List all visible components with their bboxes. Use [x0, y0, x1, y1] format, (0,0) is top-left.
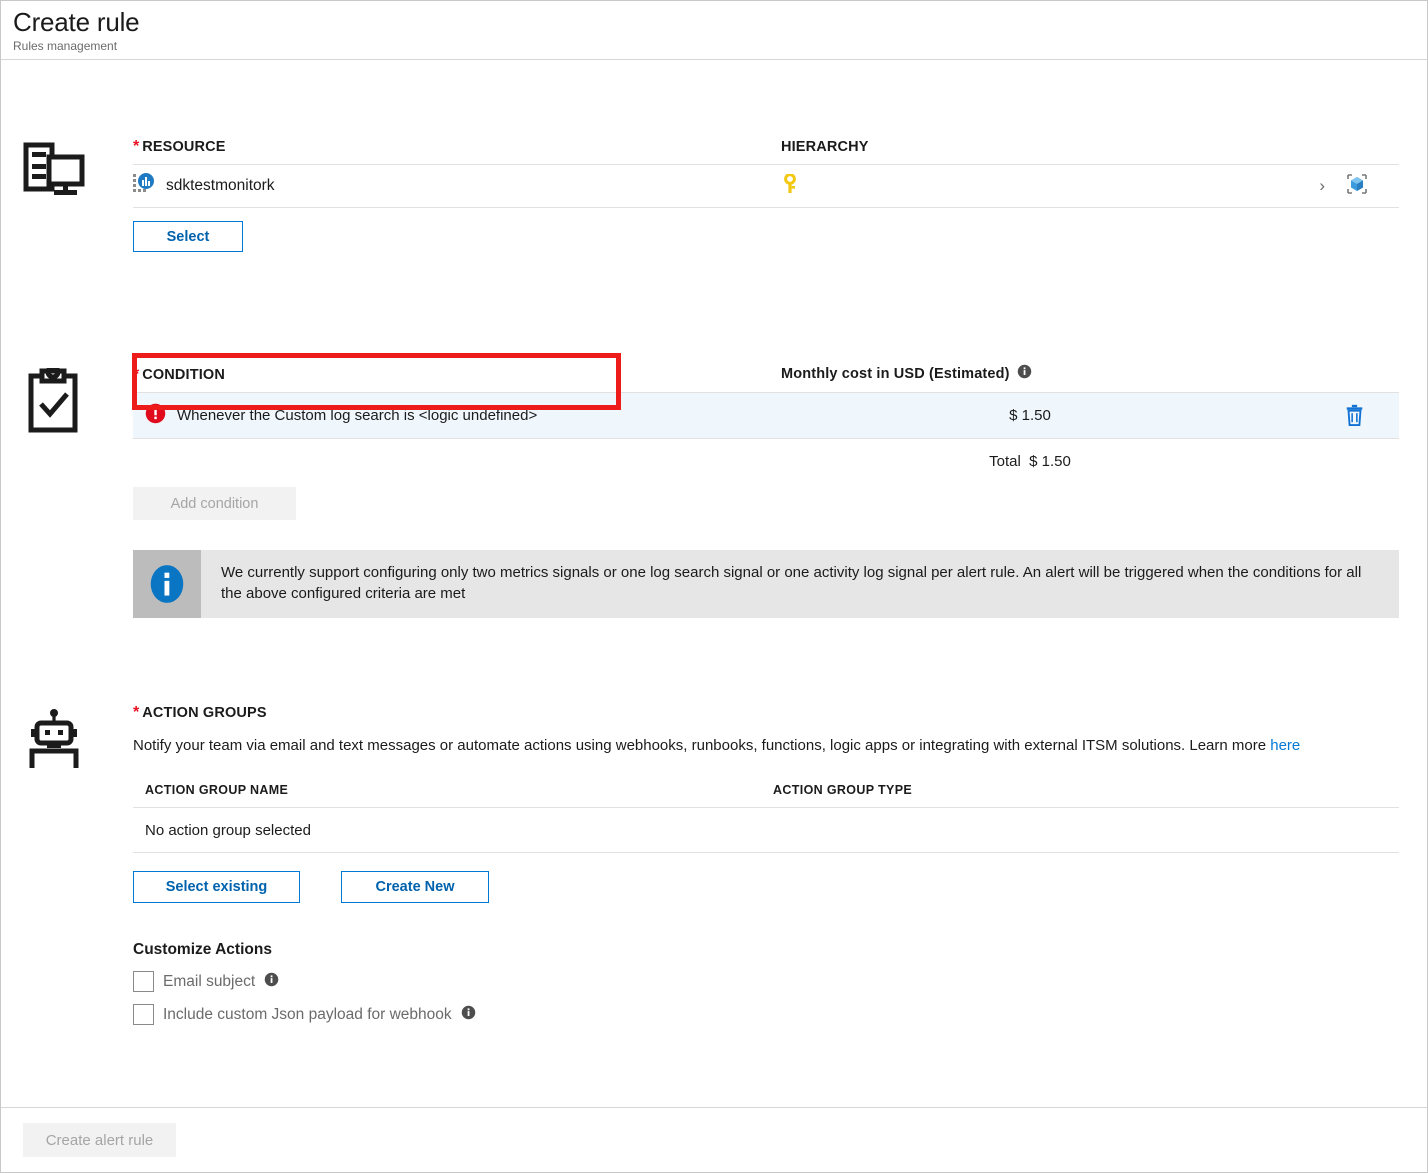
action-groups-content: * ACTION GROUPS Notify your team via emai… — [133, 704, 1427, 1025]
create-rule-blade: Create rule Rules management * RESOURCE … — [0, 0, 1428, 1173]
clipboard-check-icon — [23, 364, 133, 439]
action-groups-table: ACTION GROUP NAME ACTION GROUP TYPE No a… — [133, 783, 1399, 853]
action-groups-description-text: Notify your team via email and text mess… — [133, 737, 1271, 754]
blade-body: * RESOURCE HIERARCHY sdktestmonitork › S… — [1, 60, 1427, 1107]
condition-description: Whenever the Custom log search is <logic… — [177, 407, 538, 424]
condition-cost: $ 1.50 — [1009, 407, 1051, 424]
json-payload-checkbox[interactable] — [133, 1004, 154, 1025]
breadcrumb: Rules management — [13, 39, 118, 53]
condition-total: Total $ 1.50 — [781, 453, 1309, 470]
resource-header-row: * RESOURCE HIERARCHY — [133, 138, 1399, 156]
learn-more-link[interactable]: here — [1270, 737, 1300, 754]
table-header-row: ACTION GROUP NAME ACTION GROUP TYPE — [133, 783, 1399, 807]
condition-content: * CONDITION Monthly cost in USD (Estimate… — [133, 364, 1427, 618]
create-new-button[interactable]: Create New — [341, 871, 489, 903]
page-title: Create rule — [13, 7, 140, 37]
resource-label: RESOURCE — [142, 139, 226, 155]
email-subject-label: Email subject — [163, 972, 256, 990]
condition-total-row: Total $ 1.50 — [133, 439, 1399, 483]
add-condition-button[interactable]: Add condition — [133, 487, 296, 520]
info-icon[interactable] — [264, 972, 279, 992]
info-banner: We currently support configuring only tw… — [133, 550, 1399, 618]
info-icon[interactable] — [1017, 364, 1032, 384]
empty-state-text: No action group selected — [145, 821, 311, 839]
email-subject-checkbox[interactable] — [133, 971, 154, 992]
condition-header-row: * CONDITION Monthly cost in USD (Estimate… — [133, 364, 1399, 384]
action-groups-section: * ACTION GROUPS Notify your team via emai… — [1, 704, 1427, 1025]
hierarchy-label: HIERARCHY — [781, 139, 869, 155]
resource-group-cube-icon — [1345, 172, 1369, 201]
table-row: No action group selected — [133, 807, 1399, 853]
resource-name: sdktestmonitork — [166, 177, 275, 194]
action-groups-header: * ACTION GROUPS — [133, 704, 1399, 722]
action-groups-buttons: Select existing Create New — [133, 871, 1399, 903]
delete-condition-button[interactable] — [1309, 404, 1399, 427]
condition-row[interactable]: Whenever the Custom log search is <logic… — [133, 392, 1399, 439]
blade-footer: Create alert rule — [1, 1107, 1427, 1172]
total-label: Total — [989, 452, 1021, 470]
condition-label: CONDITION — [142, 367, 225, 383]
condition-section: * CONDITION Monthly cost in USD (Estimate… — [1, 364, 1427, 618]
total-amount: $ 1.50 — [1029, 452, 1071, 470]
resource-name-cell: sdktestmonitork — [133, 172, 781, 200]
error-icon — [145, 403, 166, 429]
json-payload-row: Include custom Json payload for webhook — [133, 1004, 1399, 1025]
column-header-action-group-type: ACTION GROUP TYPE — [773, 783, 913, 797]
condition-description-cell: Whenever the Custom log search is <logic… — [133, 403, 781, 429]
monitor-device-icon — [23, 138, 133, 205]
condition-rows: Whenever the Custom log search is <logic… — [133, 392, 1399, 483]
select-resource-button[interactable]: Select — [133, 221, 243, 252]
blade-header: Create rule Rules management — [1, 1, 1427, 60]
resource-row[interactable]: sdktestmonitork › — [133, 164, 1399, 208]
robot-icon — [23, 704, 133, 775]
hierarchy-cell: › — [781, 172, 1399, 201]
customize-actions-title: Customize Actions — [133, 941, 272, 958]
chevron-right-icon: › — [1319, 176, 1325, 195]
select-existing-button[interactable]: Select existing — [133, 871, 300, 903]
required-indicator: * — [133, 138, 140, 155]
column-header-action-group-name: ACTION GROUP NAME — [145, 783, 289, 797]
create-alert-rule-button[interactable]: Create alert rule — [23, 1123, 176, 1157]
info-icon[interactable] — [461, 1005, 476, 1025]
email-subject-row: Email subject — [133, 971, 1399, 992]
json-payload-label: Include custom Json payload for webhook — [163, 1005, 452, 1023]
action-groups-label: ACTION GROUPS — [142, 705, 267, 721]
action-groups-description: Notify your team via email and text mess… — [133, 735, 1399, 757]
resource-section: * RESOURCE HIERARCHY sdktestmonitork › S… — [1, 138, 1427, 252]
info-banner-text: We currently support configuring only tw… — [221, 564, 1362, 602]
monthly-cost-label: Monthly cost in USD (Estimated) — [781, 366, 1010, 382]
application-insights-icon — [133, 172, 155, 200]
required-indicator: * — [133, 366, 140, 383]
resource-content: * RESOURCE HIERARCHY sdktestmonitork › S… — [133, 138, 1427, 252]
info-icon — [133, 550, 201, 618]
required-indicator: * — [133, 704, 140, 721]
key-icon — [781, 172, 807, 199]
